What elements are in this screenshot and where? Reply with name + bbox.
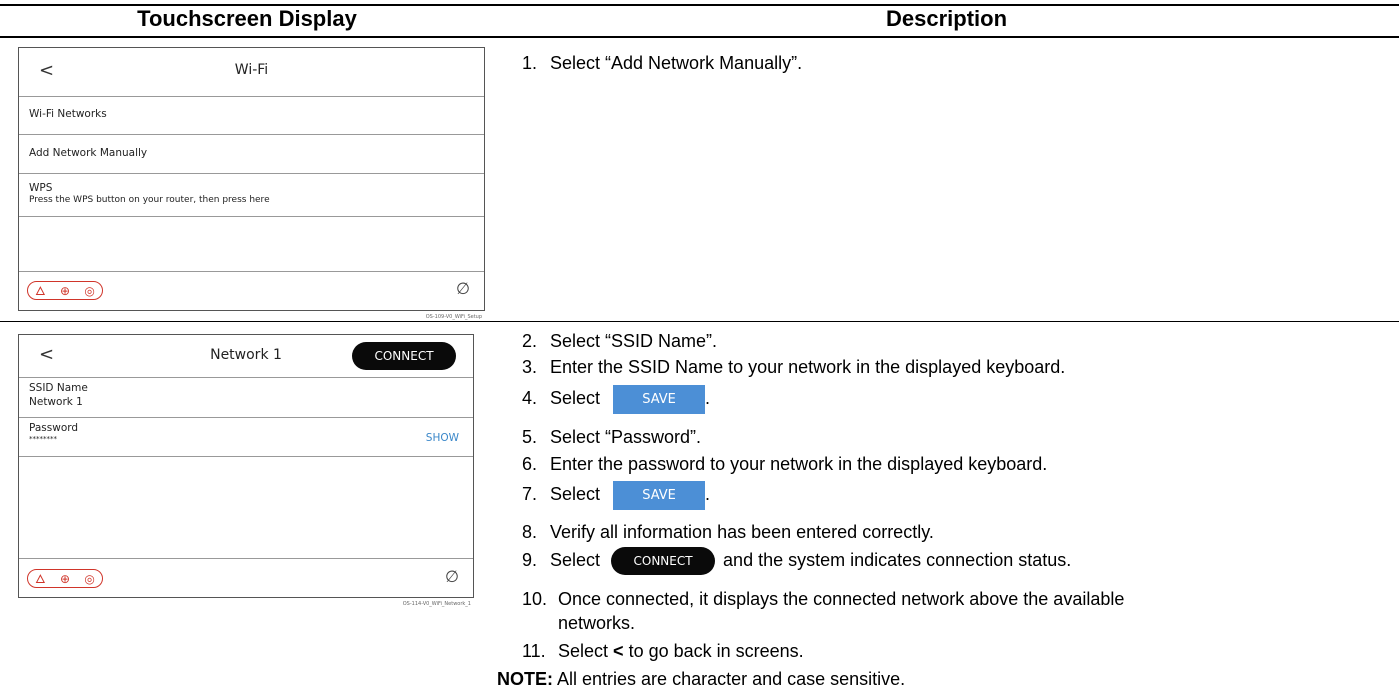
header-touchscreen-display: Touchscreen Display xyxy=(137,6,357,31)
wifi-title: Wi-Fi xyxy=(234,62,269,78)
step-6-text: Enter the password to your network in th… xyxy=(550,454,1048,474)
connect-button[interactable]: CONNECT xyxy=(352,342,456,370)
back-chevron-symbol: < xyxy=(613,641,624,661)
step-9: 9. Select CONNECT and the system indicates… xyxy=(522,546,1071,576)
police-icon[interactable]: ◎ xyxy=(84,573,94,585)
network-title-bar: < Network 1 CONNECT xyxy=(19,335,473,378)
save-button-inline: SAVE xyxy=(613,384,706,414)
header-description: Description xyxy=(885,6,1008,31)
wps-title: WPS xyxy=(29,182,53,194)
step-1: 1. Select “Add Network Manually”. xyxy=(522,53,803,73)
header-rule xyxy=(0,36,1399,38)
show-password-link[interactable]: SHOW xyxy=(426,432,459,444)
wifi-footer: 🜂 ⊕ ◎ ∅ xyxy=(19,271,484,310)
no-signal-icon: ∅ xyxy=(445,567,459,586)
step-2: 2. Select “SSID Name”. xyxy=(522,331,718,351)
wps-subtitle: Press the WPS button on your router, the… xyxy=(29,195,270,205)
connect-button-inline: CONNECT xyxy=(611,547,716,576)
ssid-name-value: Network 1 xyxy=(29,396,83,408)
ssid-name-label: SSID Name xyxy=(29,382,88,394)
add-network-manually-row[interactable]: Add Network Manually xyxy=(19,135,484,174)
save-button-inline: SAVE xyxy=(613,480,706,510)
wps-row[interactable]: WPS Press the WPS button on your router,… xyxy=(19,174,484,217)
screen-id-tag: OS-109-V0_WiFi_Setup xyxy=(425,314,482,320)
step-5-text: Select “Password”. xyxy=(550,427,702,447)
password-label: Password xyxy=(29,422,79,434)
step-7: 7. Select SAVE. xyxy=(522,480,710,510)
wifi-title-bar: < Wi-Fi xyxy=(19,48,484,97)
police-icon[interactable]: ◎ xyxy=(84,285,94,297)
step-6: 6. Enter the password to your network in … xyxy=(522,454,1048,474)
network-screen: < Network 1 CONNECT SSID Name Network 1 … xyxy=(18,334,474,607)
step-3: 3. Enter the SSID Name to your network in… xyxy=(522,357,1066,377)
note-text: All entries are character and case sensi… xyxy=(557,669,906,689)
medical-icon[interactable]: ⊕ xyxy=(60,573,70,585)
step-5: 5. Select “Password”. xyxy=(522,427,702,447)
ssid-name-row[interactable]: SSID Name Network 1 xyxy=(19,377,473,418)
step-4: 4. Select SAVE. xyxy=(522,384,710,414)
wifi-networks-label: Wi-Fi Networks xyxy=(29,108,107,120)
wifi-screen: < Wi-Fi Wi-Fi Networks Add Network Manua… xyxy=(18,47,485,320)
step-8-text: Verify all information has been entered … xyxy=(550,522,934,542)
step-11: 11. Select < to go back in screens. xyxy=(522,641,804,661)
no-signal-icon: ∅ xyxy=(456,279,470,298)
network-footer: 🜂 ⊕ ◎ ∅ xyxy=(19,558,473,597)
step-2-text: Select “SSID Name”. xyxy=(550,331,718,351)
note: NOTE: All entries are character and case… xyxy=(497,668,905,690)
section-rule xyxy=(0,321,1399,322)
step-3-text: Enter the SSID Name to your network in t… xyxy=(550,357,1066,377)
emergency-buttons[interactable]: 🜂 ⊕ ◎ xyxy=(27,281,103,300)
wifi-networks-row[interactable]: Wi-Fi Networks xyxy=(19,96,484,135)
step-10: 10. Once connected, it displays the conne… xyxy=(522,589,1125,609)
password-row[interactable]: Password ******** SHOW xyxy=(19,418,473,457)
step-10-continued: networks. xyxy=(558,613,636,633)
password-value: ******** xyxy=(29,435,57,443)
step-1-text: Select “Add Network Manually”. xyxy=(550,53,803,73)
fire-icon[interactable]: 🜂 xyxy=(35,573,46,585)
medical-icon[interactable]: ⊕ xyxy=(60,285,70,297)
add-network-manually-label: Add Network Manually xyxy=(29,147,148,159)
step-8: 8. Verify all information has been entere… xyxy=(522,522,934,542)
emergency-buttons[interactable]: 🜂 ⊕ ◎ xyxy=(27,569,103,588)
step-10-text: Once connected, it displays the connecte… xyxy=(558,589,1125,609)
note-label: NOTE: xyxy=(497,669,553,689)
fire-icon[interactable]: 🜂 xyxy=(35,285,46,297)
screen-id-tag: OS-114-V0_WiFi_Network_1 xyxy=(402,601,471,607)
